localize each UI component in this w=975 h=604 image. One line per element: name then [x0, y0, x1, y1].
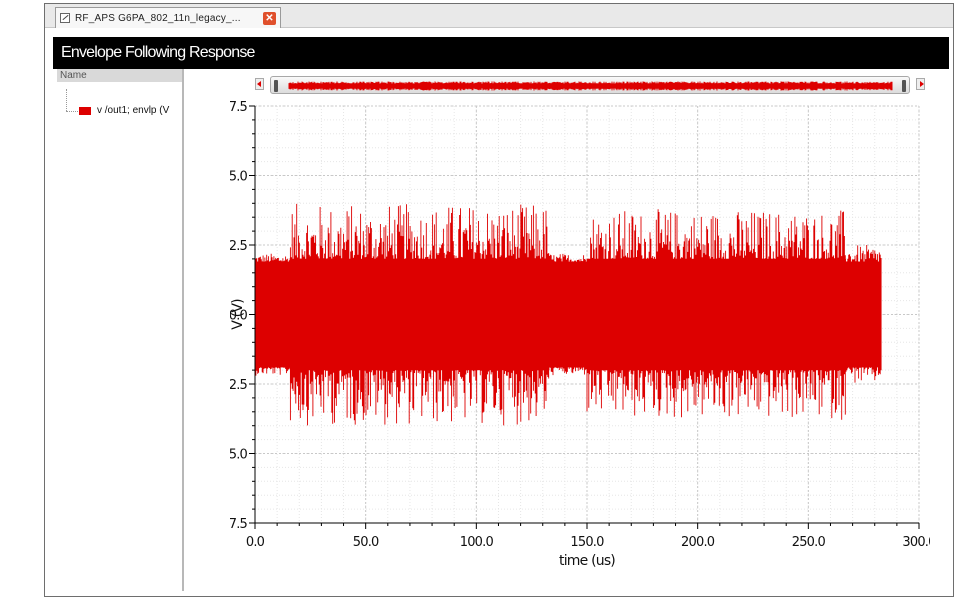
- overview-right-handle[interactable]: [902, 80, 906, 92]
- x-tick-label: 0.0: [246, 535, 265, 550]
- y-tick-label: 2.5: [230, 239, 248, 254]
- signal-name-panel: Name v /out1; envlp (V: [57, 69, 184, 591]
- x-tick-label: 300.0: [902, 535, 930, 550]
- tab-bar: RF_APS G6PA_802_11n_legacy_... ✕: [45, 4, 953, 28]
- graph-title: Envelope Following Response: [61, 44, 255, 61]
- signal-label: v /out1; envlp (V: [97, 105, 170, 116]
- tab-label: RF_APS G6PA_802_11n_legacy_...: [75, 12, 241, 24]
- overview-waveform: [288, 81, 893, 91]
- close-icon[interactable]: ✕: [263, 11, 276, 25]
- signal-list-item[interactable]: v /out1; envlp (V: [79, 105, 169, 116]
- name-column-header[interactable]: Name: [57, 69, 182, 82]
- x-tick-label: 50.0: [353, 535, 379, 550]
- y-tick-label: -7.5: [230, 517, 248, 532]
- signal-color-swatch: [79, 106, 91, 115]
- x-tick-label: 200.0: [681, 535, 715, 550]
- x-tick-label: 150.0: [570, 535, 604, 550]
- x-tick-label: 250.0: [792, 535, 826, 550]
- tree-connector: [66, 111, 78, 112]
- overview-left-handle[interactable]: [274, 80, 278, 92]
- scroll-right-arrow-icon[interactable]: [916, 78, 925, 90]
- x-tick-label: 100.0: [460, 535, 494, 550]
- y-axis-label: V (V): [230, 299, 246, 330]
- waveform-window: RF_APS G6PA_802_11n_legacy_... ✕ Envelop…: [44, 3, 954, 597]
- y-tick-label: 5.0: [230, 170, 248, 185]
- y-tick-label: -2.5: [230, 378, 248, 393]
- tree-connector: [66, 89, 67, 111]
- y-tick-label: -5.0: [230, 448, 248, 463]
- tab-waveform[interactable]: RF_APS G6PA_802_11n_legacy_... ✕: [55, 7, 281, 28]
- waveform-document-icon: [60, 13, 70, 23]
- graph-title-bar: Envelope Following Response: [53, 37, 949, 69]
- waveform-plot[interactable]: 0.0 50.0 100.0 150.0 200.0 250.0 300.0 7.5 5.0 2.…: [230, 92, 930, 592]
- x-axis-label: time (us): [559, 553, 615, 569]
- scroll-left-arrow-icon[interactable]: [255, 78, 264, 90]
- overview-trace: [288, 81, 893, 91]
- y-tick-label: 7.5: [230, 100, 248, 115]
